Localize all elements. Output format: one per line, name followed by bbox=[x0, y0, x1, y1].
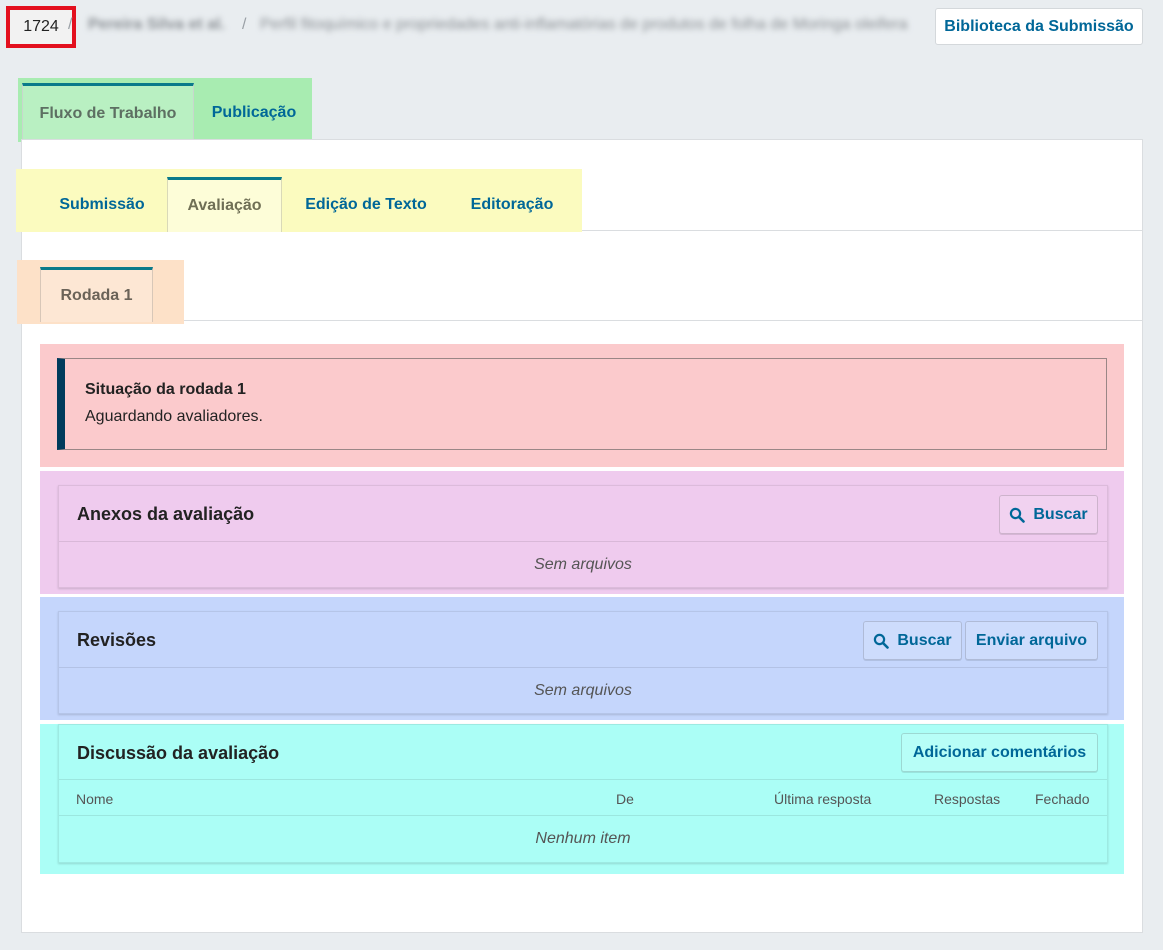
submission-header: 1724 / Pereira Silva et al. / Perfil fit… bbox=[0, 0, 1163, 56]
search-icon bbox=[874, 633, 890, 649]
grid-header: Revisões Buscar Enviar arquivo bbox=[59, 612, 1107, 668]
tab-workflow[interactable]: Fluxo de Trabalho bbox=[22, 83, 194, 142]
revisions-grid: Revisões Buscar Enviar arquivo Sem arqui… bbox=[58, 611, 1108, 714]
add-discussion-button[interactable]: Adicionar comentários bbox=[901, 733, 1098, 772]
grid-column-headers: Nome De Última resposta Respostas Fechad… bbox=[59, 780, 1107, 816]
grid-header: Anexos da avaliação Buscar bbox=[59, 486, 1107, 542]
review-attachments-grid: Anexos da avaliação Buscar Sem arquivos bbox=[58, 485, 1108, 588]
round-status-notice: Situação da rodada 1 Aguardando avaliado… bbox=[57, 358, 1107, 450]
column-header-closed[interactable]: Fechado bbox=[1035, 791, 1089, 807]
search-button[interactable]: Buscar bbox=[999, 495, 1098, 534]
grid-title: Discussão da avaliação bbox=[77, 743, 280, 763]
empty-message: Sem arquivos bbox=[534, 681, 632, 699]
main-tabs: Fluxo de Trabalho Publicação bbox=[18, 78, 312, 142]
round-status-title: Situação da rodada 1 bbox=[85, 381, 246, 398]
submission-library-button[interactable]: Biblioteca da Submissão bbox=[935, 8, 1143, 45]
submission-authors: Pereira Silva et al. bbox=[88, 16, 225, 33]
empty-message: Sem arquivos bbox=[534, 555, 632, 573]
stage-tabs: Submissão Avaliação Edição de Texto Edit… bbox=[16, 169, 582, 232]
breadcrumb-separator: / bbox=[68, 16, 73, 33]
tab-round-1[interactable]: Rodada 1 bbox=[40, 267, 153, 322]
tab-copyediting[interactable]: Edição de Texto bbox=[291, 177, 441, 232]
column-header-last-reply[interactable]: Última resposta bbox=[774, 791, 871, 807]
search-icon bbox=[1010, 507, 1026, 523]
tab-production[interactable]: Editoração bbox=[456, 177, 568, 232]
column-header-replies[interactable]: Respostas bbox=[934, 791, 1000, 807]
round-tabs: Rodada 1 bbox=[17, 260, 184, 324]
breadcrumb-separator: / bbox=[242, 16, 247, 33]
upload-file-button[interactable]: Enviar arquivo bbox=[965, 621, 1098, 660]
search-button[interactable]: Buscar bbox=[863, 621, 962, 660]
review-discussion-grid: Discussão da avaliação Adicionar comentá… bbox=[58, 724, 1108, 863]
tab-review[interactable]: Avaliação bbox=[167, 177, 282, 232]
review-discussion-section: Discussão da avaliação Adicionar comentá… bbox=[40, 724, 1124, 874]
submission-title: Perfil fitoquímico e propriedades anti-i… bbox=[260, 16, 908, 33]
tab-submission[interactable]: Submissão bbox=[44, 177, 160, 232]
divider bbox=[22, 320, 1142, 321]
submission-id: 1724 bbox=[6, 6, 76, 48]
column-header-from[interactable]: De bbox=[616, 791, 634, 807]
search-button-label: Buscar bbox=[897, 631, 952, 649]
grid-header: Discussão da avaliação Adicionar comentá… bbox=[59, 725, 1107, 780]
empty-message: Nenhum item bbox=[535, 830, 631, 847]
tab-publication[interactable]: Publicação bbox=[204, 83, 304, 142]
column-header-name[interactable]: Nome bbox=[76, 791, 113, 807]
revisions-section: Revisões Buscar Enviar arquivo Sem arqui… bbox=[40, 597, 1124, 720]
round-status-section: Situação da rodada 1 Aguardando avaliado… bbox=[40, 344, 1124, 467]
search-button-label: Buscar bbox=[1033, 505, 1088, 523]
grid-title: Revisões bbox=[77, 630, 157, 650]
round-status-text: Aguardando avaliadores. bbox=[85, 408, 263, 425]
review-attachments-section: Anexos da avaliação Buscar Sem arquivos bbox=[40, 471, 1124, 594]
grid-title: Anexos da avaliação bbox=[77, 504, 255, 524]
